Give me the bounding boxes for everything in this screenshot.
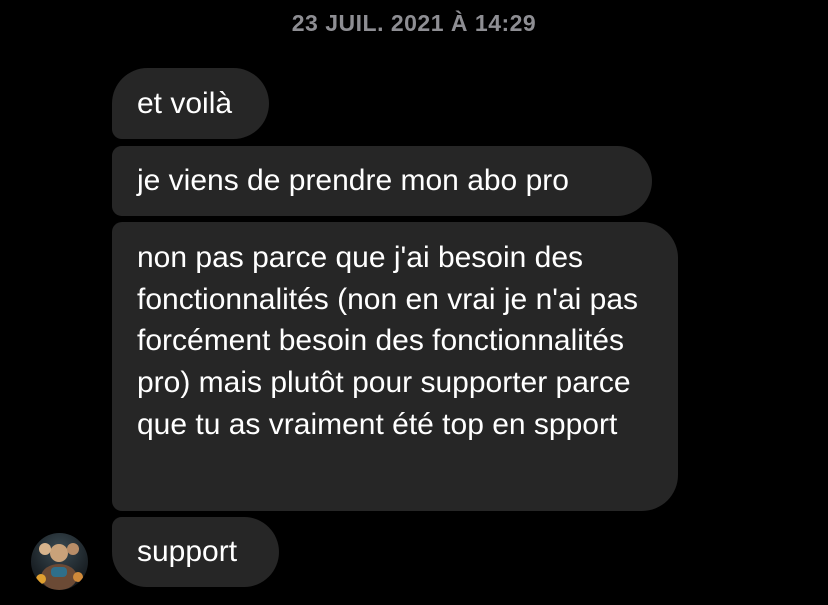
message-timestamp: 23 JUIL. 2021 À 14:29: [291, 10, 537, 36]
message-bubble[interactable]: et voilà: [112, 68, 269, 139]
message-bubble[interactable]: je viens de prendre mon abo pro: [112, 146, 652, 216]
message-bubble[interactable]: support: [112, 517, 279, 587]
profile-photo-avatar-icon: [36, 543, 83, 590]
chat-thread: 23 JUIL. 2021 À 14:29 et voilà je viens …: [0, 0, 828, 605]
message-bubble[interactable]: non pas parce que j'ai besoin des foncti…: [112, 222, 678, 511]
sender-avatar[interactable]: [31, 533, 88, 590]
